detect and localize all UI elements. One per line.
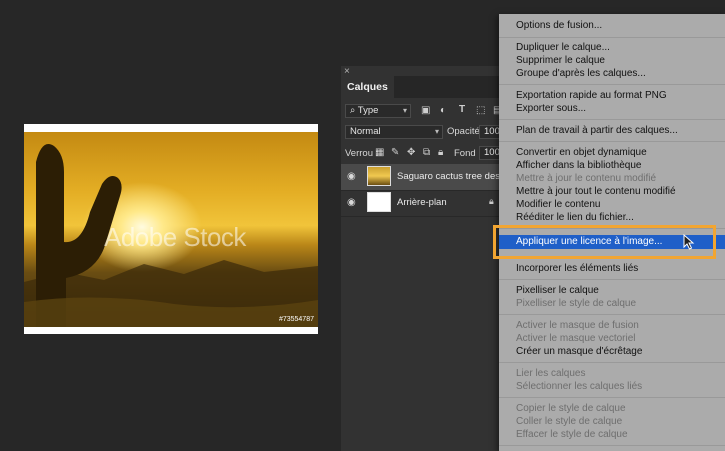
pixel-filter-icon[interactable]: ▣ [421, 105, 430, 116]
menu-separator [499, 141, 725, 142]
panel-tab-bar: Calques [341, 76, 511, 98]
document-canvas[interactable]: Adobe Stock #73554787 [24, 124, 318, 334]
lock-pixels-icon[interactable]: ✎ [391, 147, 399, 158]
layer-name: Arrière-plan [397, 197, 447, 208]
search-icon: ⌕ [350, 105, 356, 116]
menu-item-update-modified-content: Mettre à jour le contenu modifié [516, 173, 657, 184]
shape-filter-icon[interactable]: ⬚ [476, 105, 485, 116]
menu-item-group-from-layers[interactable]: Groupe d'après les calques... [499, 67, 725, 80]
menu-item-relink-file[interactable]: Rééditer le lien du fichier... [499, 211, 725, 224]
menu-separator [499, 314, 725, 315]
eye-icon[interactable]: ◉ [347, 171, 356, 182]
menu-item-link-layers: Lier les calques [516, 368, 586, 379]
menu-separator [499, 119, 725, 120]
lock-position-icon[interactable]: ✥ [407, 147, 415, 158]
lock-artboard-icon[interactable]: ⧉ [423, 147, 430, 158]
layer-thumbnail [367, 192, 391, 212]
menu-item-create-clipping-mask[interactable]: Créer un masque d'écrêtage [499, 345, 725, 358]
menu-item-blending-options[interactable]: Options de fusion... [499, 19, 725, 32]
blend-mode-select[interactable]: Normal ▾ [345, 125, 443, 139]
lock-transparency-icon[interactable]: ▦ [375, 147, 384, 158]
type-filter-icon[interactable]: T [459, 104, 465, 115]
blend-mode-value: Normal [350, 126, 381, 137]
menu-item-export-as[interactable]: Exporter sous... [499, 102, 725, 115]
tab-calques[interactable]: Calques [341, 76, 394, 98]
menu-item-select-linked-layers: Sélectionner les calques liés [516, 381, 643, 392]
watermark: Adobe Stock [104, 222, 246, 252]
menu-separator [499, 445, 725, 446]
layer-row-background[interactable]: ◉ Arrière-plan 🔒︎ [341, 190, 511, 217]
menu-item-delete-layer[interactable]: Supprimer le calque [499, 54, 725, 67]
chevron-down-icon: ▾ [402, 106, 407, 115]
filter-label: Type [357, 105, 379, 116]
layers-panel: × Calques ⌕ Type ▾ ▣ ◐ T ⬚ ▤ Normal ▾ Op… [341, 66, 511, 451]
menu-item-enable-vector-mask: Activer le masque vectoriel [516, 333, 636, 344]
mouse-cursor-icon [683, 234, 695, 250]
menu-item-edit-contents[interactable]: Modifier le contenu [499, 198, 725, 211]
lock-all-icon[interactable]: 🔒︎ [438, 147, 443, 158]
stock-id: #73554787 [278, 316, 314, 323]
layer-row-saguaro[interactable]: ◉ Saguaro cactus tree desert [341, 164, 511, 191]
menu-item-rasterize-layer[interactable]: Pixelliser le calque [499, 284, 725, 297]
chevron-down-icon: ▾ [434, 127, 439, 136]
adjustment-filter-icon[interactable]: ◐ [440, 105, 446, 116]
menu-separator [499, 397, 725, 398]
menu-item-paste-layer-style: Coller le style de calque [516, 416, 623, 427]
menu-item-convert-smart-object[interactable]: Convertir en objet dynamique [499, 146, 725, 159]
menu-item-quick-export-png[interactable]: Exportation rapide au format PNG [499, 89, 725, 102]
lock-label: Verrou : [345, 148, 379, 159]
menu-separator [499, 362, 725, 363]
menu-item-update-all-modified-content[interactable]: Mettre à jour tout le contenu modifié [499, 185, 725, 198]
lock-icon[interactable]: 🔒︎ [489, 196, 494, 207]
menu-item-duplicate-layer[interactable]: Dupliquer le calque... [499, 41, 725, 54]
layer-name: Saguaro cactus tree desert [397, 171, 512, 182]
menu-item-copy-layer-style: Copier le style de calque [516, 403, 626, 414]
menu-item-artboard-from-layers[interactable]: Plan de travail à partir des calques... [499, 124, 725, 137]
cactus-photo: Adobe Stock #73554787 [24, 132, 318, 327]
menu-separator [499, 37, 725, 38]
menu-item-embed-linked[interactable]: Incorporer les éléments liés [499, 262, 725, 275]
fill-label: Fond : [454, 148, 481, 159]
menu-item-rasterize-layer-style: Pixelliser le style de calque [516, 298, 637, 309]
layer-thumbnail [367, 166, 391, 186]
menu-item-enable-layer-mask: Activer le masque de fusion [516, 320, 639, 331]
eye-icon[interactable]: ◉ [347, 197, 356, 208]
menu-separator [499, 84, 725, 85]
menu-item-clear-layer-style: Effacer le style de calque [516, 429, 628, 440]
layer-filter-select[interactable]: ⌕ Type ▾ [345, 104, 411, 118]
menu-item-show-in-library[interactable]: Afficher dans la bibliothèque [499, 159, 725, 172]
menu-separator [499, 279, 725, 280]
